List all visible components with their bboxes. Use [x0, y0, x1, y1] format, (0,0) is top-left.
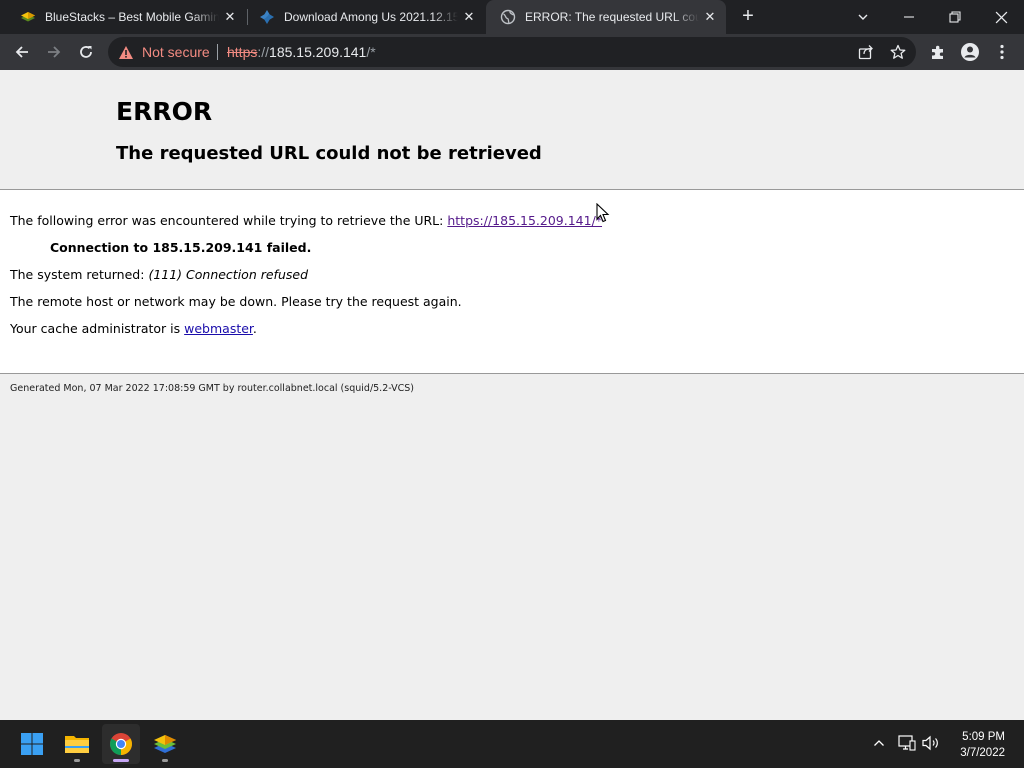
error-header: ERROR The requested URL could not be ret… — [0, 70, 1024, 190]
error-title: ERROR — [116, 97, 213, 126]
page-content: ERROR The requested URL could not be ret… — [0, 70, 1024, 720]
cache-admin-text: Your cache administrator is — [10, 321, 181, 336]
requested-url-link[interactable]: https://185.15.209.141/* — [447, 213, 602, 228]
clock-date: 3/7/2022 — [960, 747, 1005, 759]
reload-button[interactable] — [72, 38, 100, 66]
error-subtitle: The requested URL could not be retrieved — [116, 143, 542, 164]
start-button[interactable] — [13, 724, 51, 764]
system-returned-value: (111) Connection refused — [148, 267, 309, 282]
tab-bluestacks[interactable]: BlueStacks – Best Mobile Gaming Platform… — [6, 0, 246, 34]
restore-button[interactable] — [932, 0, 978, 34]
address-bar[interactable]: Not secure https://185.15.209.141/* — [108, 37, 916, 67]
clock-time: 5:09 PM — [962, 731, 1005, 743]
warning-icon — [118, 45, 134, 60]
error-intro-text: The following error was encountered whil… — [10, 213, 444, 228]
volume-icon[interactable] — [921, 733, 941, 753]
tab-error[interactable]: ERROR: The requested URL could not be re… — [486, 0, 726, 34]
kebab-menu-icon — [1000, 44, 1004, 60]
show-hidden-icons-button[interactable] — [869, 733, 889, 753]
network-icon[interactable] — [897, 733, 917, 753]
tab-title: BlueStacks – Best Mobile Gaming Platform — [45, 10, 219, 24]
start-icon — [21, 733, 43, 755]
restore-icon — [949, 11, 961, 23]
chrome-icon — [110, 733, 132, 755]
taskbar-file-explorer[interactable] — [58, 724, 96, 764]
forward-button[interactable] — [40, 38, 68, 66]
bookmark-star-icon[interactable] — [887, 41, 909, 63]
mouse-cursor-icon — [596, 203, 610, 223]
tab-search-button[interactable] — [840, 0, 886, 34]
tab-title: Download Among Us 2021.12.15 — [284, 10, 458, 24]
close-window-button[interactable] — [978, 0, 1024, 34]
tab-among-us[interactable]: Download Among Us 2021.12.15 ✕ — [245, 0, 485, 34]
webmaster-link[interactable]: webmaster — [184, 321, 253, 336]
error-body: The following error was encountered whil… — [0, 190, 1024, 374]
close-tab-icon[interactable]: ✕ — [222, 9, 238, 25]
file-explorer-icon — [65, 736, 89, 753]
minimize-icon — [904, 16, 914, 18]
menu-button[interactable] — [988, 38, 1016, 66]
error-intro: The following error was encountered whil… — [10, 213, 602, 228]
running-indicator — [162, 759, 168, 762]
globe-icon — [500, 9, 516, 25]
arrow-left-icon — [15, 46, 28, 58]
new-tab-button[interactable]: + — [737, 6, 759, 28]
arrow-right-icon — [48, 46, 61, 58]
close-tab-icon[interactable]: ✕ — [461, 9, 477, 25]
bluestacks-icon — [154, 735, 176, 753]
tab-strip: BlueStacks – Best Mobile Gaming Platform… — [0, 0, 1024, 34]
minimize-button[interactable] — [886, 0, 932, 34]
profile-button[interactable] — [956, 38, 984, 66]
extensions-button[interactable] — [924, 38, 952, 66]
cache-admin-line: Your cache administrator is webmaster. — [10, 321, 257, 336]
system-returned-label: The system returned: — [10, 267, 145, 282]
chevron-up-icon — [874, 740, 884, 746]
softonic-icon — [259, 9, 275, 25]
puzzle-icon — [932, 45, 943, 59]
url-host: 185.15.209.141 — [269, 44, 367, 60]
cache-admin-suffix: . — [252, 321, 257, 336]
share-icon[interactable] — [855, 41, 877, 63]
url-path: /* — [366, 44, 376, 60]
browser-toolbar: Not secure https://185.15.209.141/* — [0, 34, 1024, 70]
system-returned: The system returned: (111) Connection re… — [10, 267, 308, 282]
tab-title: ERROR: The requested URL could not be re… — [525, 10, 699, 24]
omnibox-divider — [217, 44, 218, 60]
remote-host-message: The remote host or network may be down. … — [10, 294, 462, 309]
url-scheme: https — [227, 44, 258, 60]
generated-footer: Generated Mon, 07 Mar 2022 17:08:59 GMT … — [10, 383, 414, 394]
url-text[interactable]: https://185.15.209.141/* — [227, 37, 376, 67]
close-icon — [995, 11, 1007, 23]
taskbar: 5:09 PM 3/7/2022 — [0, 720, 1024, 768]
taskbar-chrome[interactable] — [102, 724, 140, 764]
chevron-down-icon — [858, 14, 868, 20]
running-indicator — [74, 759, 80, 762]
url-separator: :// — [257, 44, 270, 60]
connection-failed-message: Connection to 185.15.209.141 failed. — [50, 240, 312, 255]
profile-icon — [961, 43, 979, 61]
taskbar-bluestacks[interactable] — [146, 724, 184, 764]
system-clock[interactable]: 5:09 PM 3/7/2022 — [960, 729, 1005, 761]
close-tab-icon[interactable]: ✕ — [702, 9, 718, 25]
not-secure-label: Not secure — [142, 44, 210, 60]
reload-icon — [80, 46, 92, 58]
bluestacks-icon — [20, 9, 36, 25]
back-button[interactable] — [8, 38, 36, 66]
site-info-button[interactable]: Not secure — [118, 37, 210, 67]
active-indicator — [113, 759, 129, 762]
